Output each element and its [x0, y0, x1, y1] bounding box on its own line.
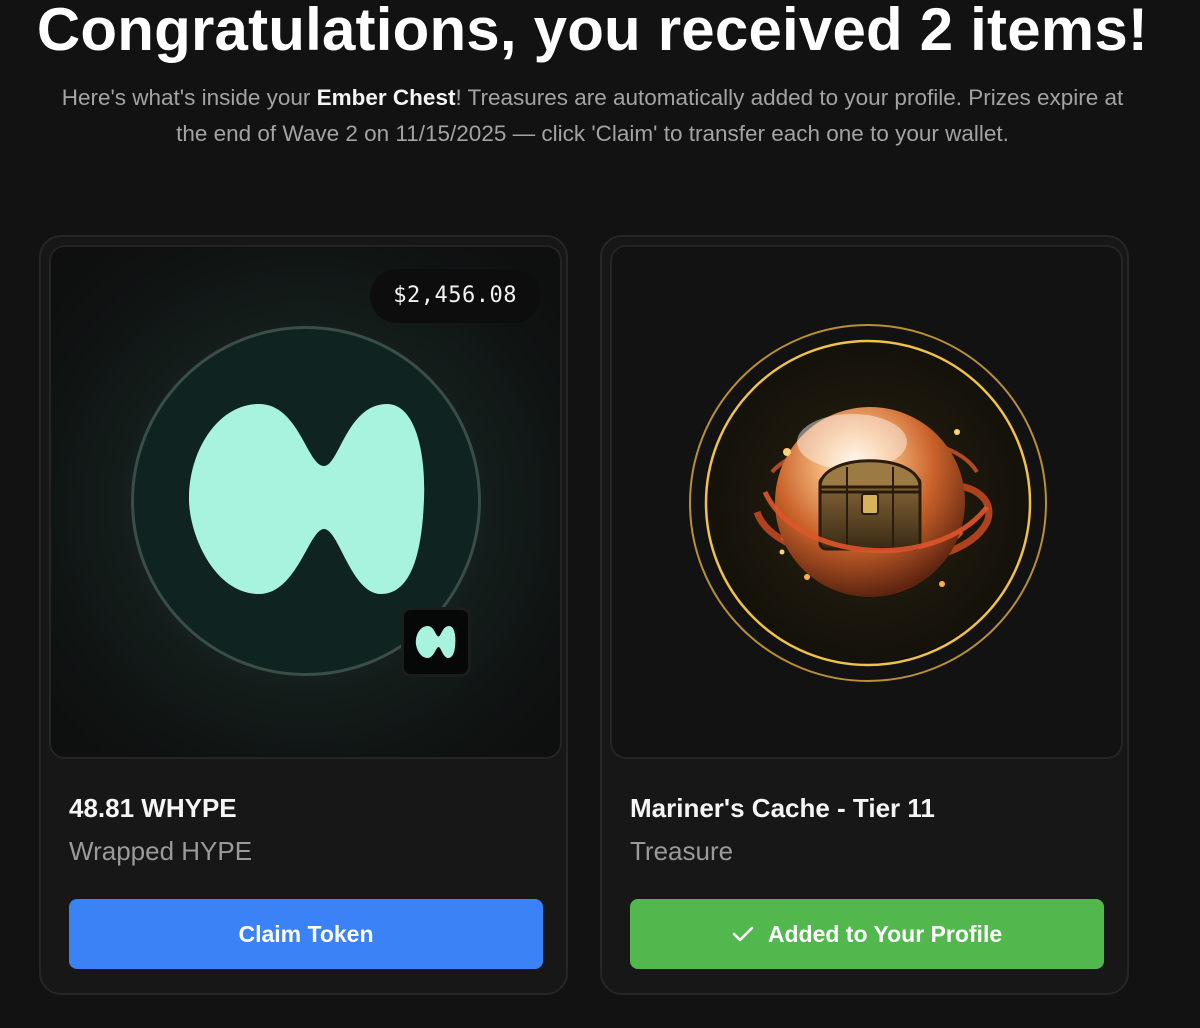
item-subtitle: Treasure	[630, 836, 734, 866]
token-media: $2,456.08	[49, 245, 562, 759]
added-to-profile-button[interactable]: Added to Your Profile	[630, 899, 1104, 969]
treasure-media	[610, 245, 1123, 759]
reward-card-treasure: Mariner's Cache - Tier 11 Treasure Added…	[600, 235, 1129, 995]
subtitle-text-start: Here's what's inside your	[61, 85, 317, 110]
treasure-orb-icon	[689, 324, 1047, 682]
item-subtitle: Wrapped HYPE	[69, 836, 253, 866]
item-name: 48.81 WHYPE	[69, 793, 237, 823]
claim-token-button[interactable]: Claim Token	[69, 899, 543, 969]
page-title: Congratulations, you received 2 items!	[36, 0, 1149, 63]
chest-name: Ember Chest	[316, 85, 456, 110]
hype-mini-icon	[401, 607, 471, 677]
hyperliquid-logo-icon	[189, 404, 425, 594]
added-to-profile-label: Added to Your Profile	[767, 920, 1003, 947]
reward-card-whype: $2,456.08 48.81 WHYPE Wrapped HYPE Claim…	[39, 235, 568, 995]
claim-token-label: Claim Token	[238, 920, 374, 947]
reward-page: Congratulations, you received 2 items! H…	[0, 0, 1200, 1028]
item-name: Mariner's Cache - Tier 11	[630, 793, 935, 823]
price-badge: $2,456.08	[370, 269, 540, 323]
page-subtitle: Here's what's inside your Ember Chest! T…	[50, 80, 1135, 152]
check-icon	[732, 926, 754, 942]
